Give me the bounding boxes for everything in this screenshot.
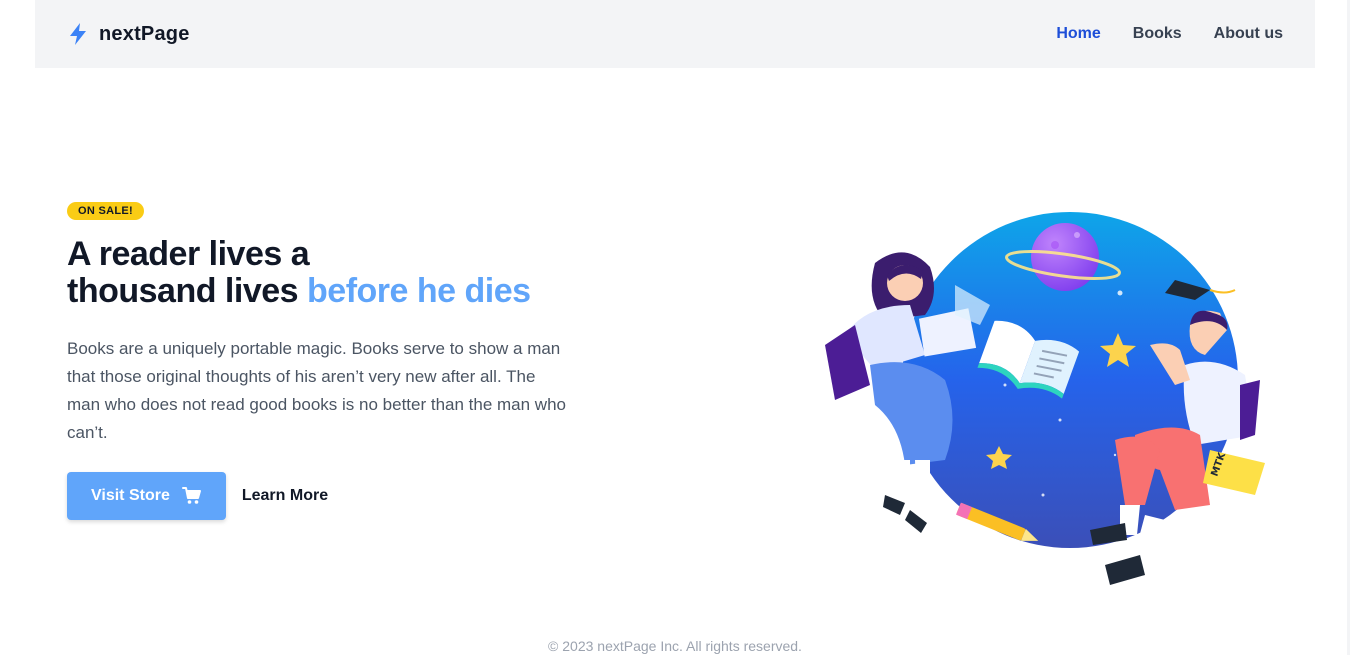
headline-line-2: thousand lives: [67, 272, 299, 310]
visit-store-label: Visit Store: [91, 487, 170, 504]
hero-headline: A reader lives a thousand lives before h…: [67, 236, 567, 310]
hero-actions: Visit Store Learn More: [67, 472, 567, 520]
hero-description: Books are a uniquely portable magic. Boo…: [67, 339, 566, 442]
headline-line-1: A reader lives a: [67, 235, 310, 273]
shopping-cart-icon: [181, 487, 201, 504]
sale-badge: ON SALE!: [67, 202, 144, 220]
learn-more-button[interactable]: Learn More: [242, 487, 328, 505]
visit-store-button[interactable]: Visit Store: [67, 472, 226, 520]
nav-link-books[interactable]: Books: [1133, 25, 1182, 43]
navbar: nextPage Home Books About us: [35, 0, 1315, 68]
nav-link-about-us[interactable]: About us: [1214, 25, 1283, 43]
brand-logo[interactable]: nextPage: [67, 22, 190, 46]
lightning-bolt-icon: [70, 23, 86, 45]
headline-accent: before he dies: [307, 272, 531, 310]
footer: © 2023 nextPage Inc. All rights reserved…: [0, 638, 1350, 654]
hero-section: ON SALE! A reader lives a thousand lives…: [67, 201, 567, 520]
copyright-text: © 2023 nextPage Inc. All rights reserved…: [548, 638, 802, 654]
nav-link-home[interactable]: Home: [1056, 25, 1100, 43]
reading-illustration: MTK: [825, 212, 1295, 610]
nav-links: Home Books About us: [1056, 25, 1283, 43]
brand-name: nextPage: [99, 22, 190, 45]
